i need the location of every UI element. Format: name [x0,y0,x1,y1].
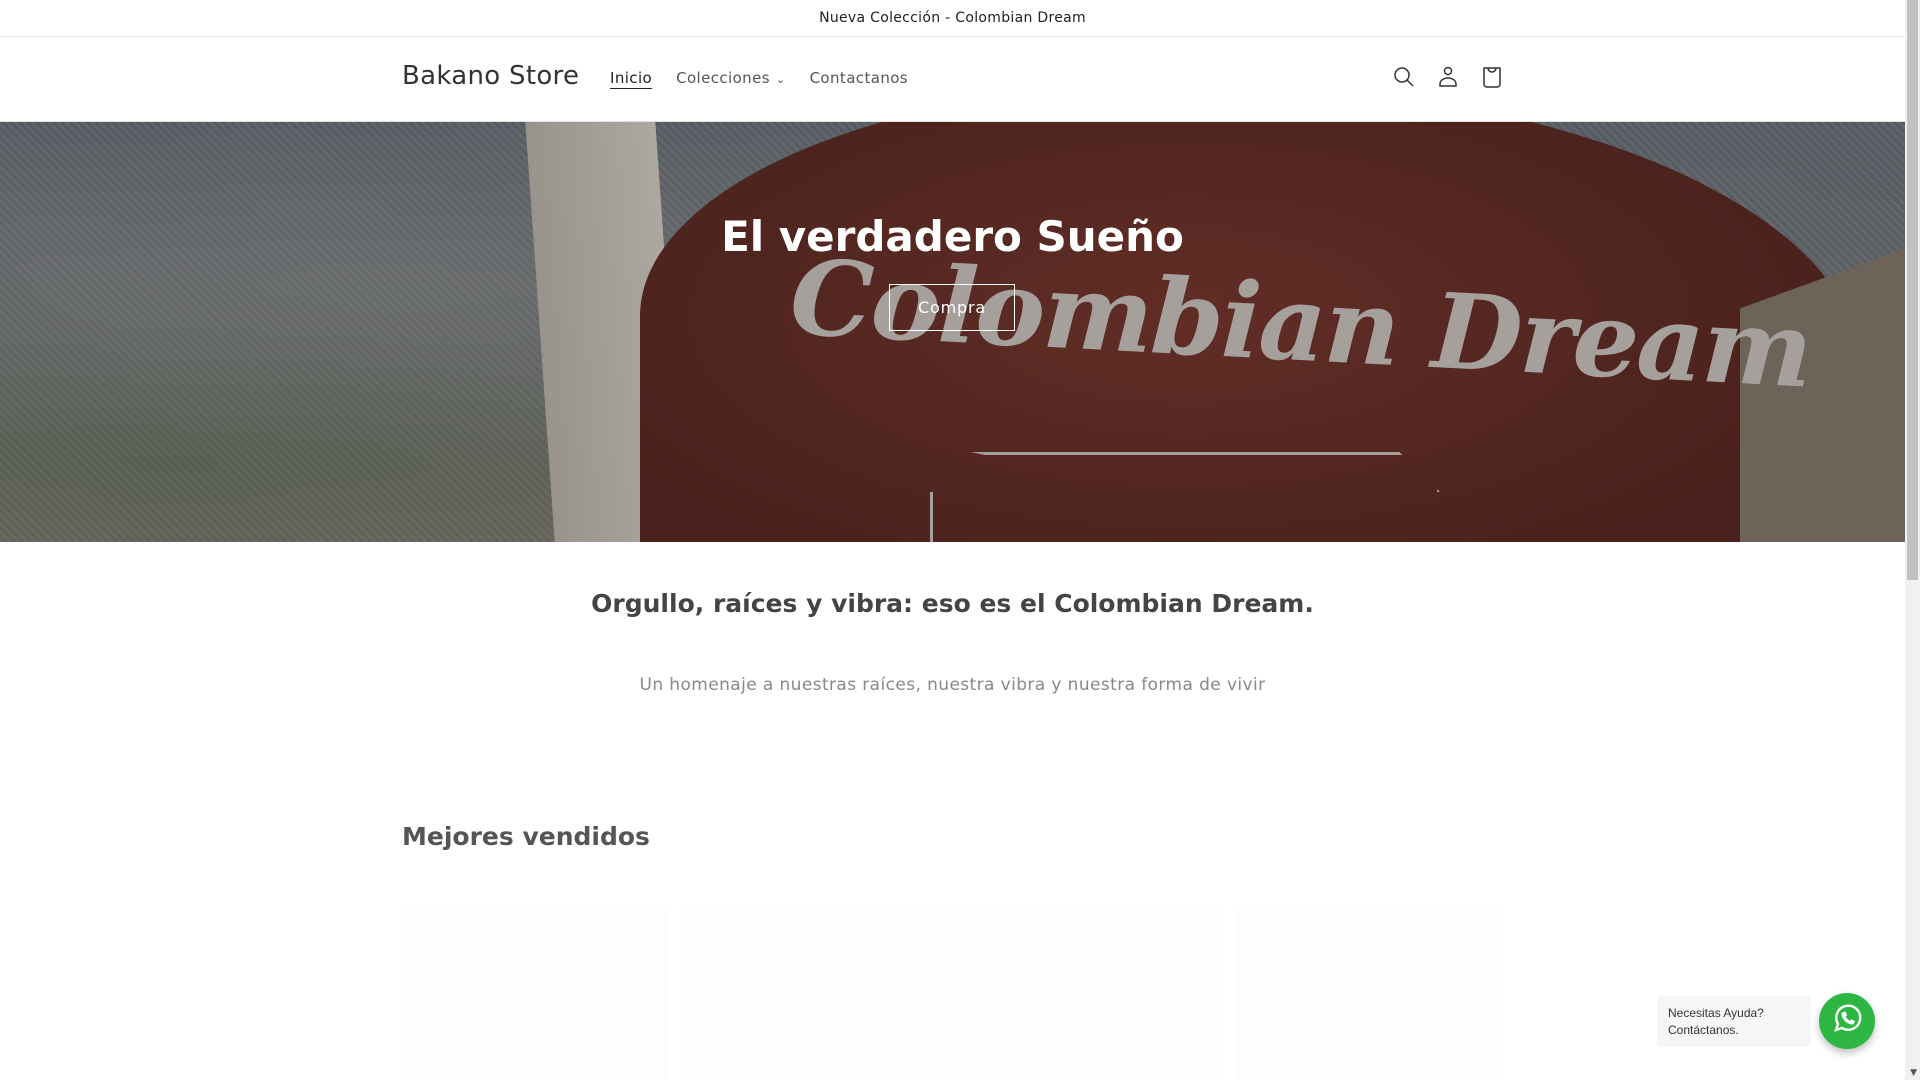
announcement-text: Nueva Colección - Colombian Dream [819,10,1086,26]
nav-colecciones-label: Colecciones [676,69,770,87]
product-card[interactable] [958,905,1224,1080]
announcement-bar: Nueva Colección - Colombian Dream [0,0,1905,37]
scroll-down-arrow-icon[interactable]: ▼ [1910,1068,1917,1078]
user-icon[interactable] [1434,63,1462,91]
site-header: Bakano Store Inicio Colecciones ⌄ Contact… [0,37,1905,122]
product-grid [402,905,1502,1080]
nav-contactanos[interactable]: Contactanos [810,69,908,87]
nav-inicio[interactable]: Inicio [610,69,652,87]
intro-heading: Orgullo, raíces y vibra: eso es el Colom… [591,589,1314,618]
scrollbar-thumb[interactable] [1907,0,1918,580]
whatsapp-tooltip: Necesitas Ayuda? Contáctanos. [1657,996,1811,1047]
whatsapp-icon [1830,1002,1864,1040]
store-logo[interactable]: Bakano Store [402,61,579,91]
intro-text: Un homenaje a nuestras raíces, nuestra v… [639,675,1266,695]
whatsapp-line2: Contáctanos. [1668,1023,1739,1037]
main-nav: Inicio Colecciones ⌄ Contactanos [610,69,932,87]
cart-icon[interactable] [1478,63,1506,91]
shop-button[interactable]: Compra [889,284,1015,331]
whatsapp-line1: Necesitas Ayuda? [1668,1006,1764,1020]
hero-overlay [0,122,1905,542]
whatsapp-button[interactable] [1819,993,1875,1049]
best-sellers-heading: Mejores vendidos [402,822,650,851]
chevron-down-icon: ⌄ [775,73,786,86]
scrollbar[interactable]: ▼ [1905,0,1920,1080]
product-card[interactable] [1236,905,1502,1080]
search-icon[interactable] [1390,63,1418,91]
product-card[interactable] [680,905,946,1080]
nav-colecciones[interactable]: Colecciones ⌄ [676,69,785,87]
hero-banner: Colombian Dream El verdadero Sueño Compr… [0,122,1905,542]
product-card[interactable] [402,905,668,1080]
hero-title: El verdadero Sueño [721,212,1184,261]
